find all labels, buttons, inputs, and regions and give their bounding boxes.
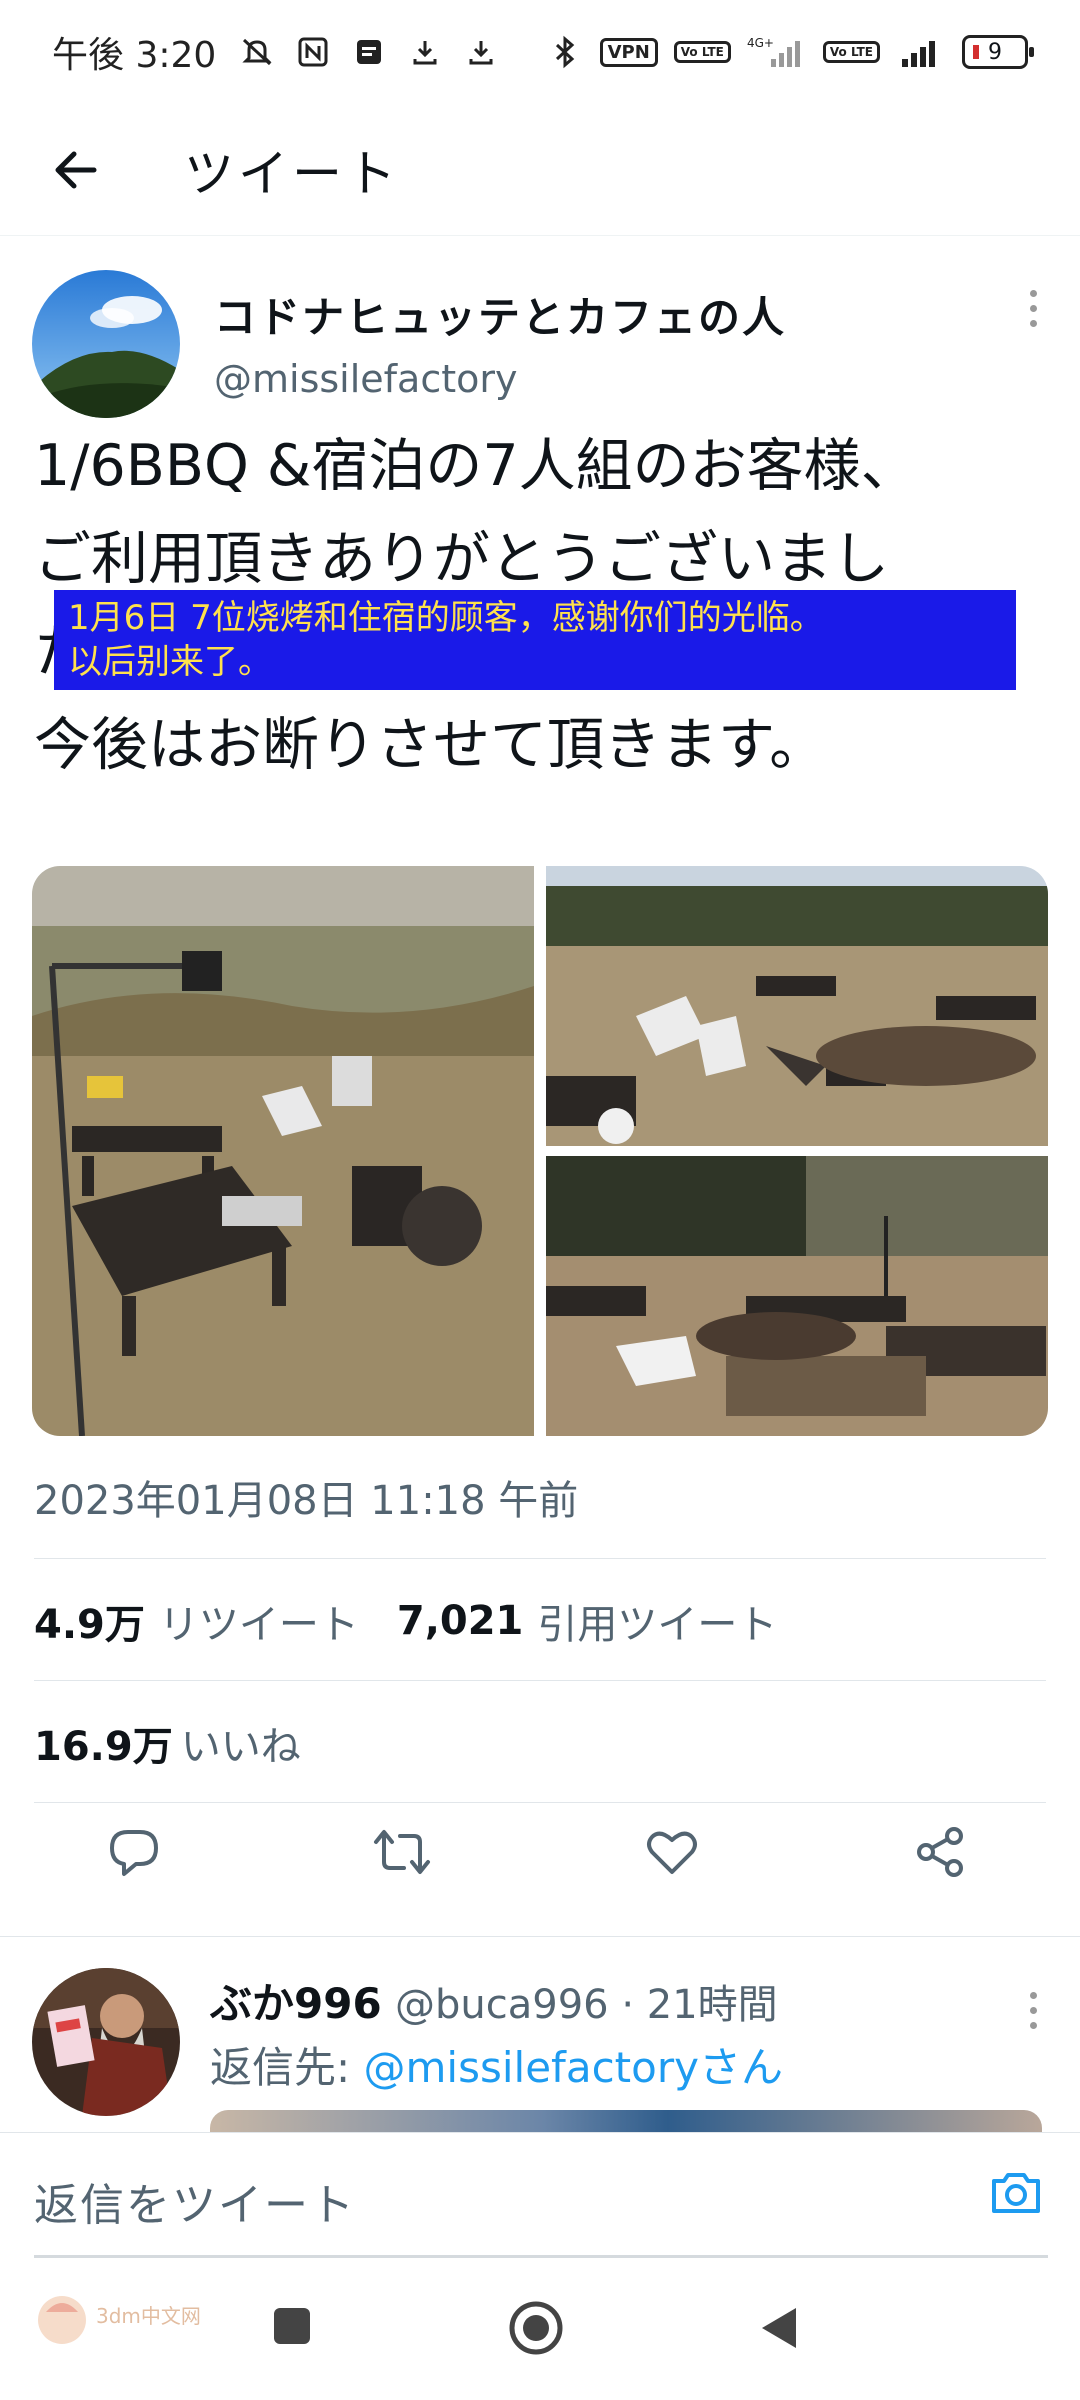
- download-icon: [406, 34, 444, 70]
- camera-icon[interactable]: [986, 2163, 1046, 2223]
- mute-icon: [238, 34, 276, 70]
- author-avatar[interactable]: [32, 270, 180, 418]
- tweet-timestamp: 2023年01月08日 11:18 午前: [34, 1478, 579, 1524]
- tweet-photo-3[interactable]: [546, 1156, 1048, 1436]
- like-icon[interactable]: [642, 1822, 702, 1882]
- tweet-text-line: 1/6BBQ &宿泊の7人組のお客様、: [34, 433, 918, 499]
- status-time: 午後 3:20: [52, 35, 217, 76]
- likes-count[interactable]: 16.9万: [34, 1714, 173, 1772]
- divider: [34, 1558, 1046, 1559]
- reply-avatar[interactable]: [32, 1968, 180, 2116]
- translation-line: 以后别来了。: [68, 642, 272, 682]
- more-options-icon[interactable]: [1030, 290, 1042, 327]
- quotes-count[interactable]: 7,021: [397, 1598, 524, 1644]
- divider: [0, 1936, 1080, 1937]
- quotes-label[interactable]: 引用ツイート: [537, 1592, 777, 1650]
- divider: [34, 1802, 1046, 1803]
- reply-handle-time[interactable]: @buca996 · 21時間: [395, 1982, 778, 2028]
- tweet-text-line: 今後はお断りさせて頂きます。: [34, 712, 827, 778]
- reply-compose-bar: 返信をツイート: [0, 2132, 1080, 2258]
- reply-icon[interactable]: [104, 1822, 164, 1882]
- signal-icon: 4G+: [747, 34, 807, 70]
- tweet-photo-2[interactable]: [546, 866, 1048, 1146]
- back-button[interactable]: [756, 2304, 800, 2356]
- message-icon: [350, 34, 388, 70]
- download-icon-2: [462, 34, 500, 70]
- reply-to-line: 返信先: @missilefactoryさん: [210, 2034, 783, 2095]
- author-name[interactable]: コドナヒュッテとカフェの人: [214, 284, 786, 345]
- author-handle[interactable]: @missilefactory: [214, 357, 786, 401]
- tweet-photo-1[interactable]: [32, 866, 534, 1436]
- bluetooth-icon: [546, 34, 584, 70]
- retweets-count[interactable]: 4.9万: [34, 1592, 145, 1650]
- tweet-author: コドナヒュッテとカフェの人 @missilefactory: [32, 270, 1052, 420]
- divider: [34, 1680, 1046, 1681]
- retweet-stats: 4.9万 リツイート 7,021 引用ツイート: [34, 1592, 777, 1650]
- retweets-label[interactable]: リツイート: [159, 1592, 359, 1650]
- tweet-photo-grid: [32, 866, 1048, 1436]
- recents-button[interactable]: [270, 2304, 314, 2352]
- nfc-icon: [294, 34, 332, 70]
- watermark-logo: 3dm中文网: [32, 2290, 202, 2360]
- input-underline: [34, 2255, 1048, 2258]
- reply-input[interactable]: 返信をツイート: [34, 2169, 356, 2233]
- top-app-bar: ツイート: [0, 104, 1080, 236]
- back-arrow-icon[interactable]: [48, 142, 104, 198]
- share-icon[interactable]: [910, 1822, 970, 1882]
- status-left-icons: [238, 34, 500, 70]
- battery-level: 9: [988, 39, 1002, 65]
- reply-media[interactable]: [210, 2110, 1042, 2134]
- system-nav-bar: 3dm中文网: [0, 2260, 1080, 2400]
- translation-line: 1月6日 7位烧烤和住宿的顾客，感谢你们的光临。: [68, 598, 824, 638]
- vpn-badge: VPN: [599, 37, 658, 67]
- reply-to-label: 返信先:: [210, 2043, 364, 2092]
- battery-icon: 9: [962, 35, 1034, 69]
- like-stats: 16.9万 いいね: [34, 1714, 301, 1772]
- status-right-icons: VPN Vo LTE 4G+ Vo LTE 9: [546, 34, 1034, 70]
- svg-text:4G+: 4G+: [747, 36, 774, 50]
- reply-more-options-icon[interactable]: [1030, 1992, 1042, 2029]
- reply-to-link[interactable]: @missilefactoryさん: [364, 2043, 783, 2092]
- reply-tweet[interactable]: ぶか996 @buca996 · 21時間 返信先: @missilefacto…: [32, 1968, 1052, 2134]
- reply-author-name[interactable]: ぶか996: [210, 1979, 382, 2028]
- home-button[interactable]: [508, 2300, 564, 2360]
- retweet-icon[interactable]: [372, 1822, 432, 1882]
- volte-badge: Vo LTE: [673, 41, 731, 63]
- watermark-text: 3dm中文网: [96, 2304, 201, 2328]
- page-title: ツイート: [184, 144, 400, 203]
- tweet-action-bar: [0, 1822, 1080, 1912]
- translation-overlay: 1月6日 7位烧烤和住宿的顾客，感谢你们的光临。 以后别来了。: [54, 590, 1016, 690]
- signal-icon-2: [896, 34, 946, 70]
- status-bar: 午後 3:20 VPN Vo LTE 4G+ Vo LTE 9: [0, 0, 1080, 104]
- volte-badge-2: Vo LTE: [822, 41, 880, 63]
- likes-label[interactable]: いいね: [181, 1714, 301, 1772]
- reply-header: ぶか996 @buca996 · 21時間: [210, 1970, 778, 2031]
